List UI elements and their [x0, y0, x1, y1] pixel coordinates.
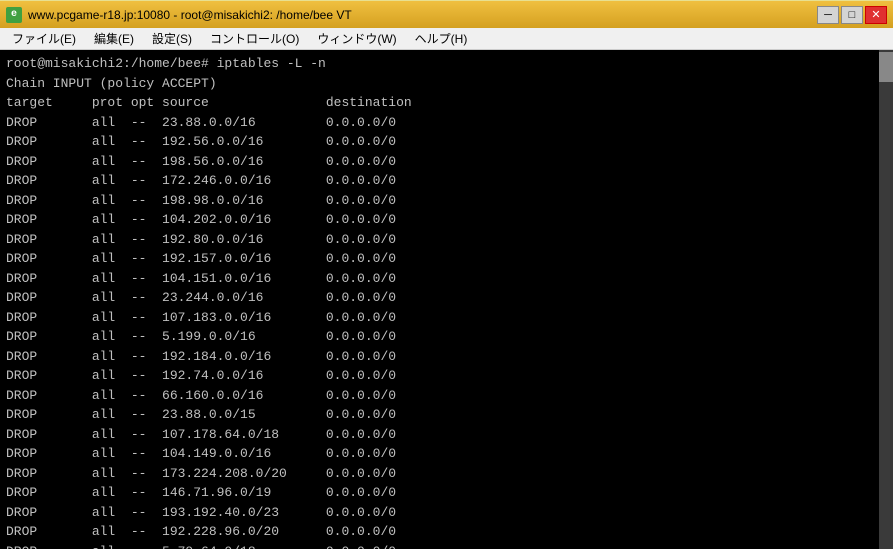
app-icon: e — [6, 7, 22, 23]
title-bar-buttons: ─ □ ✕ — [817, 6, 887, 24]
title-bar: e www.pcgame-r18.jp:10080 - root@misakic… — [0, 0, 893, 28]
menu-file[interactable]: ファイル(E) — [4, 28, 84, 49]
scrollbar[interactable] — [879, 50, 893, 549]
close-button[interactable]: ✕ — [865, 6, 887, 24]
menu-edit[interactable]: 編集(E) — [86, 28, 142, 49]
maximize-button[interactable]: □ — [841, 6, 863, 24]
title-bar-title: www.pcgame-r18.jp:10080 - root@misakichi… — [28, 8, 352, 22]
terminal-content: root@misakichi2:/home/bee# iptables -L -… — [6, 54, 887, 549]
menu-control[interactable]: コントロール(O) — [202, 28, 307, 49]
menu-help[interactable]: ヘルプ(H) — [407, 28, 476, 49]
menu-bar: ファイル(E) 編集(E) 設定(S) コントロール(O) ウィンドウ(W) ヘ… — [0, 28, 893, 50]
menu-window[interactable]: ウィンドウ(W) — [309, 28, 404, 49]
title-bar-left: e www.pcgame-r18.jp:10080 - root@misakic… — [6, 7, 352, 23]
minimize-button[interactable]: ─ — [817, 6, 839, 24]
scrollbar-thumb[interactable] — [879, 52, 893, 82]
terminal[interactable]: root@misakichi2:/home/bee# iptables -L -… — [0, 50, 893, 549]
menu-settings[interactable]: 設定(S) — [144, 28, 200, 49]
